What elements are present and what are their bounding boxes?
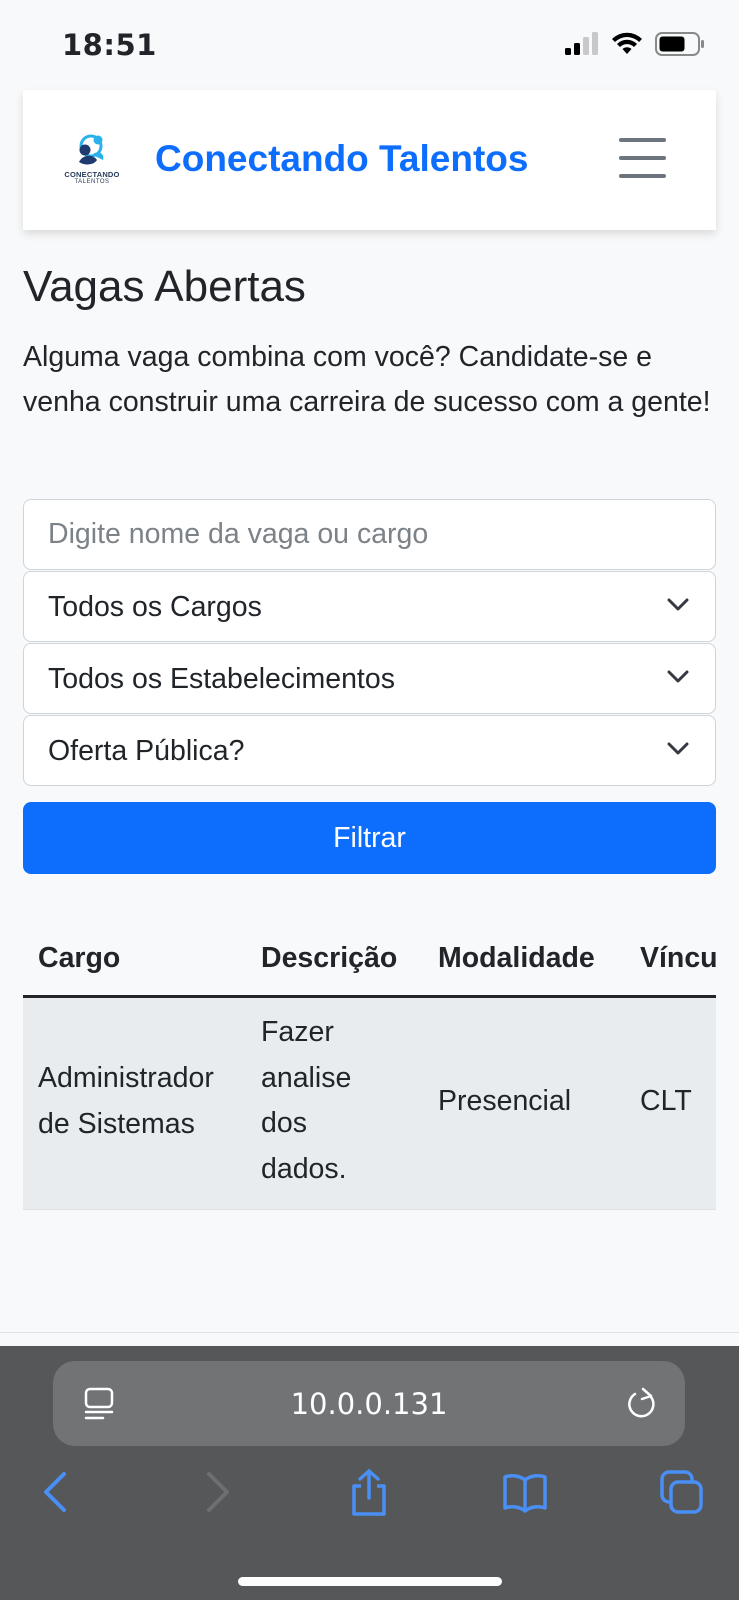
reload-icon[interactable]: [625, 1385, 659, 1421]
tabs-icon[interactable]: [659, 1468, 705, 1516]
oferta-publica-select-value: Oferta Pública?: [48, 735, 245, 767]
intro-text: Alguma vaga combina com você? Candidate-…: [23, 341, 711, 418]
search-input-wrapper: [23, 499, 716, 570]
cell-cargo-line: Administrador: [38, 1062, 214, 1094]
back-icon[interactable]: [34, 1468, 80, 1516]
home-indicator: [238, 1577, 502, 1586]
battery-icon: [655, 32, 704, 56]
cell-descricao-line: Fazer: [261, 1016, 334, 1048]
page-title: Vagas Abertas: [23, 262, 306, 311]
column-header-descricao: Descrição: [261, 942, 398, 974]
url-text: 10.0.0.131: [290, 1387, 448, 1421]
cell-cargo: Administrador de Sistemas: [38, 1056, 214, 1147]
logo-subtext: TALENTOS: [74, 179, 110, 185]
hamburger-menu-icon[interactable]: [619, 138, 667, 178]
column-header-cargo: Cargo: [38, 942, 121, 974]
estabelecimento-select[interactable]: Todos os Estabelecimentos: [23, 643, 716, 714]
browser-toolbar: 10.0.0.131: [0, 1346, 739, 1600]
column-header-modalidade: Modalidade: [438, 942, 595, 974]
cell-descricao: Fazer analise dos dados.: [261, 1010, 351, 1192]
table-row-divider: [23, 1209, 716, 1210]
cell-descricao-line: dos: [261, 1107, 307, 1139]
cargo-select[interactable]: Todos os Cargos: [23, 571, 716, 642]
logo-text: CONECTANDO: [64, 170, 120, 179]
brand-title[interactable]: Conectando Talentos: [155, 138, 528, 180]
cell-descricao-line: analise: [261, 1061, 352, 1094]
chevron-down-icon: [667, 670, 689, 683]
cell-modalidade: Presencial: [438, 1085, 572, 1117]
status-time: 18:51: [62, 28, 157, 62]
filter-button[interactable]: Filtrar: [23, 802, 716, 874]
estabelecimento-select-value: Todos os Estabelecimentos: [48, 663, 395, 695]
bookmarks-icon[interactable]: [502, 1468, 548, 1516]
column-header-vinculo: Víncu: [640, 942, 716, 974]
status-icons: [565, 32, 705, 56]
wifi-icon: [612, 32, 642, 54]
cell-descricao-line: dados.: [261, 1152, 347, 1185]
page-footer-divider: [0, 1332, 739, 1333]
cargo-select-value: Todos os Cargos: [48, 591, 262, 623]
cell-cargo-line: de Sistemas: [38, 1107, 195, 1140]
oferta-publica-select[interactable]: Oferta Pública?: [23, 715, 716, 786]
chevron-down-icon: [667, 598, 689, 611]
chevron-down-icon: [667, 742, 689, 755]
vagas-table: Cargo Descrição Modalidade Víncu Adminis…: [23, 925, 716, 1210]
forward-icon[interactable]: [193, 1468, 239, 1516]
cellular-signal-icon: [565, 32, 598, 55]
status-bar: 18:51: [0, 0, 739, 90]
share-icon[interactable]: [346, 1468, 392, 1516]
address-bar[interactable]: 10.0.0.131: [53, 1361, 685, 1446]
cell-vinculo: CLT: [640, 1085, 692, 1117]
search-input[interactable]: [24, 500, 715, 569]
navbar: CONECTANDO TALENTOS Conectando Talentos: [23, 90, 716, 230]
